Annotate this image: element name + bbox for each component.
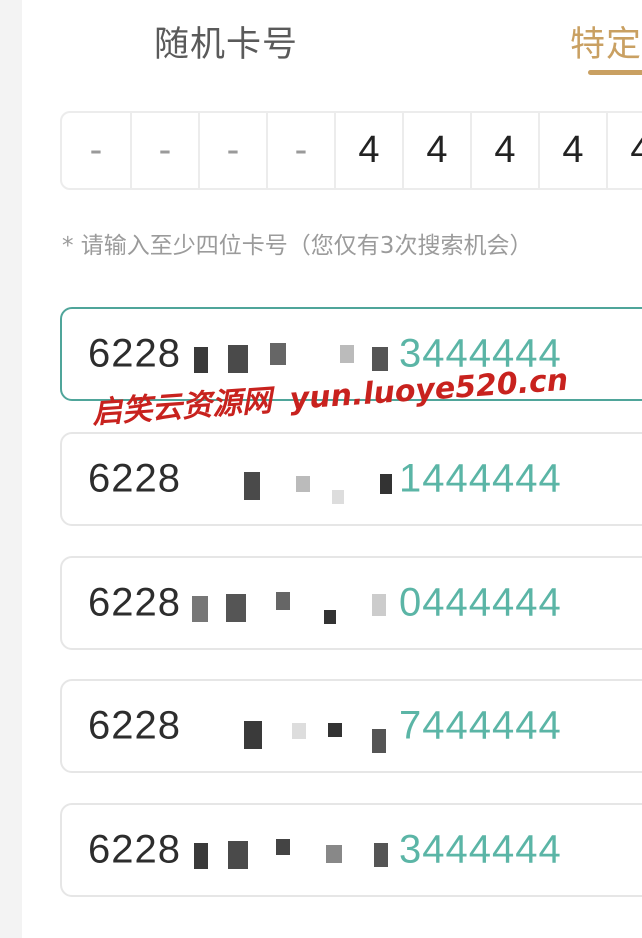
result-card-number[interactable]: 6228 7444444 — [60, 679, 642, 773]
tab-specific-card-number[interactable]: 特定 — [570, 16, 642, 67]
card-number-prefix: 6228 — [88, 580, 181, 625]
card-number-prefix: 6228 — [88, 456, 181, 501]
pixel-mask — [192, 434, 422, 524]
result-card-number[interactable]: 6228 1444444 — [60, 432, 642, 526]
card-number-prefix: 6228 — [88, 331, 181, 376]
digit-box-7[interactable]: 4 — [470, 113, 538, 188]
digit-box-9[interactable]: 4 — [606, 113, 642, 188]
pixel-mask — [192, 309, 422, 399]
digit-box-4[interactable]: - — [266, 113, 334, 188]
active-tab-underline — [588, 70, 642, 75]
result-card-number[interactable]: 6228 3444444 — [60, 307, 642, 401]
left-edge-strip — [0, 0, 22, 938]
digit-box-1[interactable]: - — [62, 113, 130, 188]
card-number-prefix: 6228 — [88, 827, 181, 872]
card-number-prefix: 6228 — [88, 703, 181, 748]
search-hint: * 请输入至少四位卡号（您仅有3次搜索机会） — [62, 233, 533, 259]
pixel-mask — [192, 681, 422, 771]
result-card-number[interactable]: 6228 3444444 — [60, 803, 642, 897]
digit-box-8[interactable]: 4 — [538, 113, 606, 188]
card-number-suffix: 0444444 — [398, 580, 562, 625]
card-number-suffix: 3444444 — [398, 827, 562, 872]
pixel-mask — [192, 558, 422, 648]
pixel-mask — [192, 805, 422, 895]
card-number-suffix: 3444444 — [398, 331, 562, 376]
result-card-number[interactable]: 6228 0444444 — [60, 556, 642, 650]
digit-box-2[interactable]: - — [130, 113, 198, 188]
tab-random-card-number[interactable]: 随机卡号 — [154, 16, 298, 67]
card-number-picker: 随机卡号 特定 - - - - 4 4 4 4 4 * 请输入至少四位卡号（您仅… — [0, 0, 642, 938]
digit-box-3[interactable]: - — [198, 113, 266, 188]
digit-box-5[interactable]: 4 — [334, 113, 402, 188]
card-number-suffix: 7444444 — [398, 703, 562, 748]
digit-box-6[interactable]: 4 — [402, 113, 470, 188]
card-number-suffix: 1444444 — [398, 456, 562, 501]
digit-input-row: - - - - 4 4 4 4 4 — [60, 111, 642, 190]
